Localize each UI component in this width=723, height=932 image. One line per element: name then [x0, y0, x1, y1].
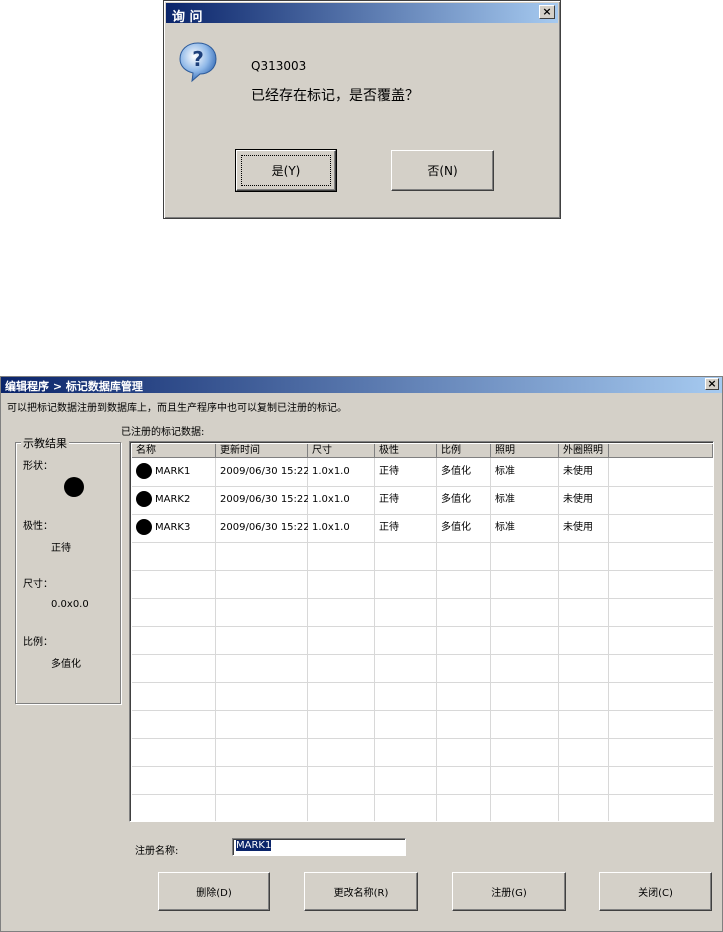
delete-button[interactable]: 删除(D): [158, 872, 270, 911]
dialog-close-button[interactable]: ×: [539, 5, 555, 19]
grid-hline: [132, 542, 713, 543]
table-row[interactable]: MARK2: [132, 486, 216, 514]
col-header-outer-lighting[interactable]: 外圈照明: [559, 444, 609, 458]
col-header-ratio[interactable]: 比例: [437, 444, 491, 458]
cell-lighting: 标准: [495, 494, 515, 505]
grid-hline: [132, 598, 713, 599]
grid-hline: [132, 766, 713, 767]
cell-updated: 2009/06/30 15:22: [220, 494, 308, 505]
register-button-label: 注册(G): [491, 888, 527, 899]
mark-shape-icon: [136, 463, 152, 479]
teach-result-title: 示教结果: [21, 435, 69, 451]
dialog-message: 已经存在标记，是否覆盖？: [251, 88, 419, 104]
cell-ratio: 多值化: [441, 466, 471, 477]
col-header-lighting[interactable]: 照明: [491, 444, 559, 458]
cell-lighting: 标准: [495, 466, 515, 477]
yes-focus-rect: [241, 155, 331, 186]
table-row[interactable]: MARK1: [132, 458, 216, 486]
shape-preview-icon: [64, 477, 84, 497]
grid-hline: [132, 794, 713, 795]
mark-database-window: 编辑程序 > 标记数据库管理 × 可以把标记数据注册到数据库上，而且生产程序中也…: [0, 376, 723, 932]
table-row[interactable]: MARK3: [132, 514, 216, 542]
cell-lighting: 标准: [495, 522, 515, 533]
description-text: 可以把标记数据注册到数据库上，而且生产程序中也可以复制已注册的标记。: [7, 403, 347, 414]
grid-hline: [132, 654, 713, 655]
cell-ratio: 多值化: [441, 522, 471, 533]
cell-outer-lighting: 未使用: [563, 466, 593, 477]
cell-polarity: 正待: [379, 522, 399, 533]
register-button[interactable]: 注册(G): [452, 872, 566, 911]
grid-hline: [132, 710, 713, 711]
col-header-polarity[interactable]: 极性: [375, 444, 437, 458]
main-titlebar: 编辑程序 > 标记数据库管理 ×: [1, 377, 722, 393]
cell-polarity: 正待: [379, 494, 399, 505]
reg-name-label: 注册名称:: [135, 846, 179, 857]
ratio-label: 比例：: [23, 637, 53, 648]
main-close-icon[interactable]: ×: [705, 378, 719, 390]
mark-table[interactable]: 名称 更新时间 尺寸 极性 比例 照明 外圈照明 MARK1 2009/06/3…: [129, 441, 714, 822]
col-header-updated[interactable]: 更新时间: [216, 444, 308, 458]
polarity-value: 正待: [51, 543, 71, 554]
shape-label: 形状：: [23, 461, 53, 472]
cell-name: MARK2: [155, 494, 191, 505]
dialog-title: 询 问: [172, 10, 203, 25]
polarity-label: 极性：: [23, 521, 53, 532]
cell-updated: 2009/06/30 15:22: [220, 522, 308, 533]
dialog-titlebar: 询 问 ×: [166, 3, 558, 25]
cell-size: 1.0x1.0: [312, 494, 350, 505]
cell-updated: 2009/06/30 15:22: [220, 466, 308, 477]
confirm-dialog: 询 问 × ? Q313003 已经存在标记，是否覆盖？ 是(Y) 否(N): [163, 0, 561, 219]
grid-hline: [132, 570, 713, 571]
cell-ratio: 多值化: [441, 494, 471, 505]
delete-button-label: 删除(D): [196, 888, 232, 899]
cell-outer-lighting: 未使用: [563, 494, 593, 505]
close-button[interactable]: 关闭(C): [599, 872, 712, 911]
no-button-label: 否(N): [427, 164, 458, 178]
registered-list-label: 已注册的标记数据:: [121, 427, 205, 438]
ratio-value: 多值化: [51, 659, 81, 670]
size-label: 尺寸：: [23, 579, 53, 590]
cell-outer-lighting: 未使用: [563, 522, 593, 533]
cell-size: 1.0x1.0: [312, 466, 350, 477]
col-header-size[interactable]: 尺寸: [308, 444, 375, 458]
mark-shape-icon: [136, 491, 152, 507]
close-button-label: 关闭(C): [638, 888, 673, 899]
cell-name: MARK3: [155, 522, 191, 533]
svg-text:?: ?: [192, 47, 204, 71]
col-header-blank: [609, 444, 713, 458]
reg-name-input[interactable]: MARK1: [232, 838, 406, 856]
grid-hline: [132, 626, 713, 627]
question-icon: ?: [179, 42, 217, 83]
mark-shape-icon: [136, 519, 152, 535]
yes-button[interactable]: 是(Y): [235, 149, 337, 192]
cell-name: MARK1: [155, 466, 191, 477]
no-button[interactable]: 否(N): [391, 150, 494, 191]
grid-hline: [132, 682, 713, 683]
rename-button-label: 更改名称(R): [333, 888, 389, 899]
col-header-name[interactable]: 名称: [132, 444, 216, 458]
dialog-code: Q313003: [251, 59, 307, 73]
cell-polarity: 正待: [379, 466, 399, 477]
size-value: 0.0x0.0: [51, 599, 89, 610]
rename-button[interactable]: 更改名称(R): [304, 872, 418, 911]
reg-name-value: MARK1: [236, 840, 272, 851]
main-title: 编辑程序 > 标记数据库管理: [5, 380, 143, 393]
cell-size: 1.0x1.0: [312, 522, 350, 533]
grid-hline: [132, 738, 713, 739]
